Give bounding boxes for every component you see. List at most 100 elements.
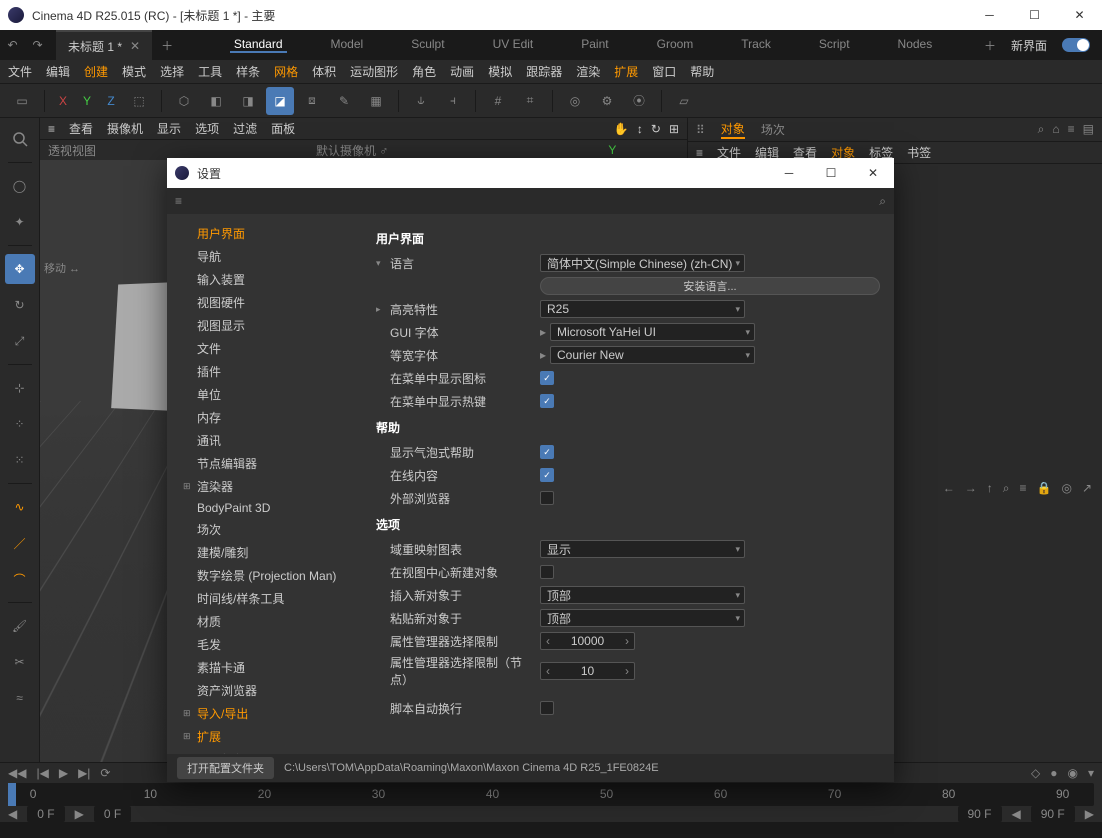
menu-1[interactable]: 编辑 — [46, 63, 70, 80]
fillet-tool-icon[interactable]: ⌒ — [5, 564, 35, 594]
history-back-button[interactable]: ↶ — [0, 38, 25, 52]
rotate-tool-icon[interactable]: ↻ — [5, 290, 35, 320]
menu-7[interactable]: 网格 — [274, 63, 298, 80]
tl-rec-icon[interactable]: ● — [1050, 766, 1057, 780]
vp-camera[interactable]: 摄像机 — [107, 120, 143, 137]
obj-mode-icon[interactable]: ▤ — [1083, 122, 1094, 137]
obj-home-icon[interactable]: ⌂ — [1052, 122, 1059, 137]
hexagon-icon[interactable]: ⬡ — [170, 87, 198, 115]
prefs-cat-10[interactable]: 节点编辑器 — [167, 452, 362, 475]
tl-first-button[interactable]: ◀◀ — [8, 766, 26, 780]
dialog-maximize-button[interactable]: ☐ — [810, 158, 852, 188]
history-forward-button[interactable]: ↷ — [25, 38, 50, 52]
layout-tab-nodes[interactable]: Nodes — [894, 37, 937, 53]
tl-range-start[interactable]: 0 F — [94, 806, 131, 822]
obj-search-icon[interactable]: ⌕ — [1038, 122, 1045, 137]
close-button[interactable]: ✕ — [1057, 0, 1102, 30]
attr-fwd-icon[interactable]: → — [965, 481, 977, 495]
handle-icon[interactable]: ⠿ — [696, 123, 705, 137]
spline-tool-icon[interactable]: ∿ — [5, 492, 35, 522]
vp-options[interactable]: 选项 — [195, 120, 219, 137]
center-checkbox[interactable] — [540, 565, 554, 579]
add-document-button[interactable]: ＋ — [152, 37, 182, 54]
dialog-close-button[interactable]: ✕ — [852, 158, 894, 188]
prefs-cat-12[interactable]: BodyPaint 3D — [167, 498, 362, 518]
expand-icon[interactable]: ▸ — [376, 304, 390, 315]
menu-4[interactable]: 选择 — [160, 63, 184, 80]
scheme-select[interactable]: R25▾ — [540, 300, 745, 318]
menu-icon-checkbox[interactable]: ✓ — [540, 371, 554, 385]
floor-icon[interactable]: ▱ — [670, 87, 698, 115]
menu-hotkey-checkbox[interactable]: ✓ — [540, 394, 554, 408]
prefs-cat-8[interactable]: 内存 — [167, 406, 362, 429]
paste-select[interactable]: 顶部▾ — [540, 609, 745, 627]
prefs-cat-20[interactable]: 资产浏览器 — [167, 679, 362, 702]
tl-next-button[interactable]: ▶| — [78, 766, 90, 780]
attr-back-icon[interactable]: ← — [943, 481, 955, 495]
vp-nav3-icon[interactable]: ↻ — [651, 122, 661, 136]
gear-icon[interactable]: ⚙ — [593, 87, 621, 115]
tl-end-frame[interactable]: 90 F — [1031, 806, 1075, 822]
attr-lock-icon[interactable]: 🔒 — [1037, 481, 1052, 495]
vp-view[interactable]: 查看 — [69, 120, 93, 137]
prefs-cat-16[interactable]: 时间线/样条工具 — [167, 587, 362, 610]
menu-17[interactable]: 帮助 — [690, 63, 714, 80]
menu-5[interactable]: 工具 — [198, 63, 222, 80]
cube-icon[interactable]: ◧ — [202, 87, 230, 115]
menu-3[interactable]: 模式 — [122, 63, 146, 80]
pen-icon[interactable]: ✎ — [330, 87, 358, 115]
tl-play-button[interactable]: ▶ — [59, 766, 68, 780]
prefs-cat-17[interactable]: 材质 — [167, 610, 362, 633]
scale-tool-icon[interactable]: ⤢ — [5, 326, 35, 356]
prefs-cat-11[interactable]: ⊞渲染器 — [167, 475, 362, 498]
point-edge-icon[interactable]: ⁘ — [5, 409, 35, 439]
target-icon[interactable]: ◎ — [561, 87, 589, 115]
menu-15[interactable]: 扩展 — [614, 63, 638, 80]
vp-filter[interactable]: 过滤 — [233, 120, 257, 137]
prefs-cat-2[interactable]: 输入装置 — [167, 268, 362, 291]
menu-16[interactable]: 窗口 — [652, 63, 676, 80]
attr-search-icon[interactable]: ⌕ — [1003, 481, 1010, 496]
vp-nav2-icon[interactable]: ↕ — [637, 122, 643, 136]
menu-14[interactable]: 渲染 — [576, 63, 600, 80]
prefs-cat-15[interactable]: 数字绘景 (Projection Man) — [167, 564, 362, 587]
live-select-icon[interactable]: ▭ — [8, 87, 36, 115]
axis-z-button[interactable]: Z — [101, 94, 121, 108]
prefs-cat-6[interactable]: 插件 — [167, 360, 362, 383]
dialog-minimize-button[interactable]: ─ — [768, 158, 810, 188]
axis-x-button[interactable]: X — [53, 94, 73, 108]
prefs-cat-18[interactable]: 毛发 — [167, 633, 362, 656]
layout-tab-track[interactable]: Track — [737, 37, 775, 53]
obj-bookmark[interactable]: 书签 — [907, 144, 931, 161]
obj-filter-icon[interactable]: ≡ — [1068, 122, 1075, 137]
attr-target-icon[interactable]: ◎ — [1061, 481, 1071, 495]
prefs-cat-19[interactable]: 素描卡通 — [167, 656, 362, 679]
prefs-cat-3[interactable]: 视图硬件 — [167, 291, 362, 314]
tl-zoomin-icon[interactable]: ▶ — [75, 807, 84, 821]
script-wrap-checkbox[interactable] — [540, 701, 554, 715]
playhead[interactable] — [8, 783, 16, 806]
close-tab-icon[interactable]: ✕ — [130, 39, 140, 53]
expand-icon[interactable]: ▾ — [376, 258, 390, 269]
menu-10[interactable]: 角色 — [412, 63, 436, 80]
tl-key-icon[interactable]: ◇ — [1031, 766, 1040, 780]
vp-nav1-icon[interactable]: ✋ — [614, 122, 629, 136]
extrude-icon[interactable]: ≈ — [5, 683, 35, 713]
settings-tool-icon[interactable]: ✦ — [5, 207, 35, 237]
menu-8[interactable]: 体积 — [312, 63, 336, 80]
document-tab[interactable]: 未标题 1 * ✕ — [56, 30, 152, 60]
gui-font-select[interactable]: Microsoft YaHei UI▾ — [550, 323, 755, 341]
layout-toggle[interactable] — [1062, 38, 1090, 52]
dialog-hamburger-icon[interactable]: ≡ — [175, 194, 182, 208]
vp-nav4-icon[interactable]: ⊞ — [669, 122, 679, 136]
attr-up-icon[interactable]: ↑ — [987, 481, 993, 495]
coord-sys-icon[interactable]: ⬚ — [125, 87, 153, 115]
box-icon[interactable]: ◨ — [234, 87, 262, 115]
menu-2[interactable]: 创建 — [84, 63, 108, 80]
tl-start-frame[interactable]: 0 F — [27, 806, 64, 822]
cube-group-icon[interactable]: ⧈ — [298, 87, 326, 115]
maximize-button[interactable]: ☐ — [1012, 0, 1057, 30]
grid-icon[interactable]: ▦ — [362, 87, 390, 115]
tl-zoomout-icon[interactable]: ◀ — [8, 807, 17, 821]
tab-objects[interactable]: 对象 — [721, 120, 745, 139]
